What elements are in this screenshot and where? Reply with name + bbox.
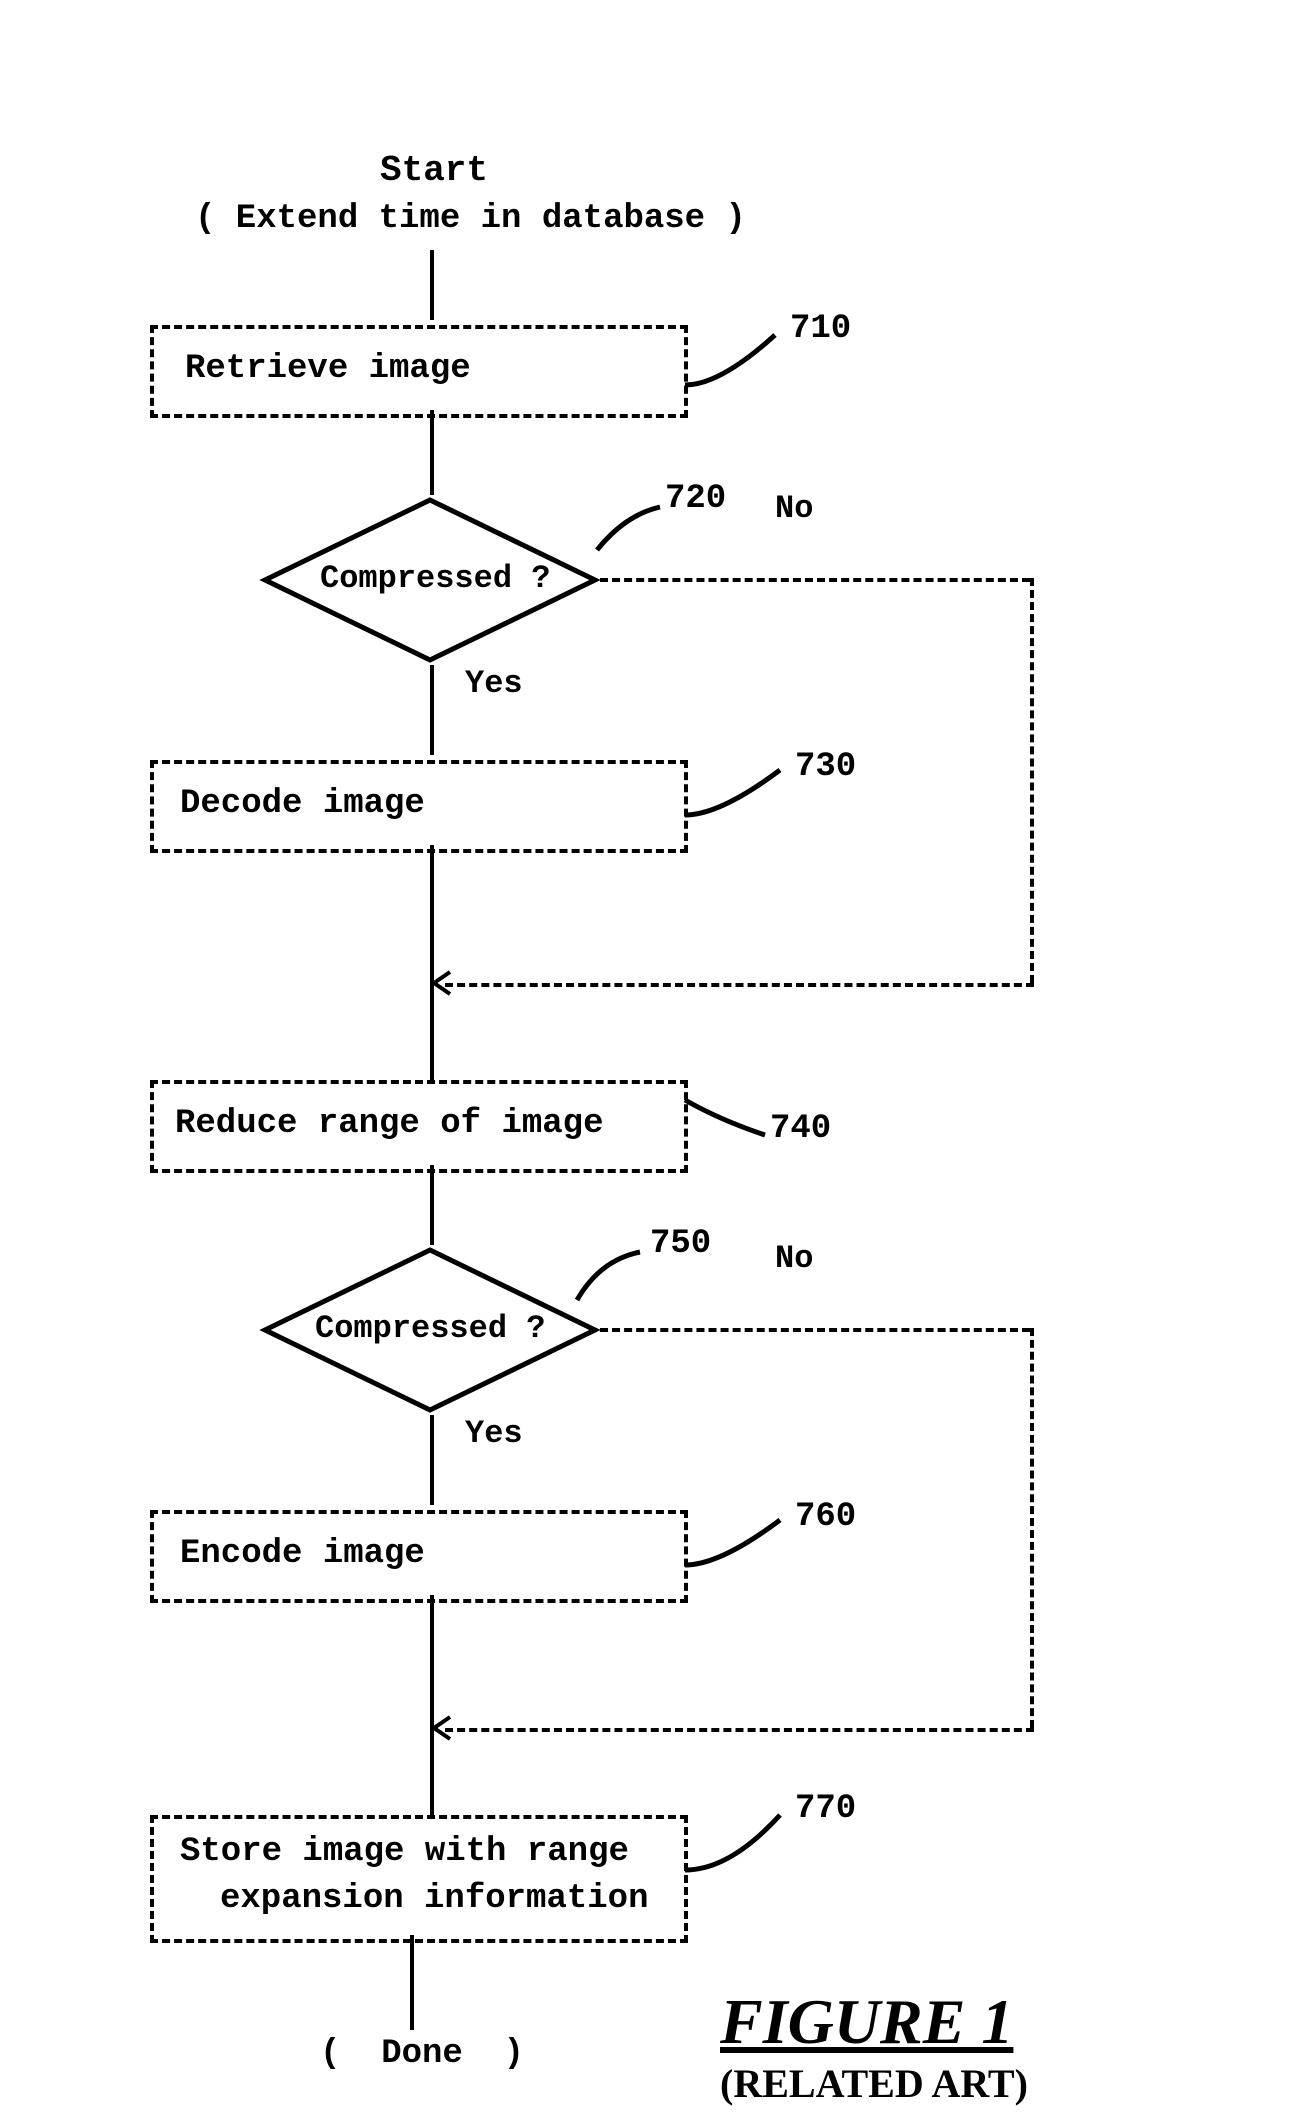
process-reduce-label: Reduce range of image xyxy=(175,1105,603,1143)
connector-dash xyxy=(445,983,1034,987)
done-label: ( Done ) xyxy=(320,2035,524,2073)
connector xyxy=(430,410,434,495)
connector-dash xyxy=(1030,1328,1034,1728)
connector-dash xyxy=(445,1728,1034,1732)
ref-720: 720 xyxy=(665,480,726,518)
connector xyxy=(430,845,434,1080)
leader-740 xyxy=(680,1090,770,1140)
connector xyxy=(430,1165,434,1245)
connector xyxy=(430,665,434,755)
leader-730 xyxy=(680,765,790,820)
leader-720 xyxy=(595,505,665,555)
decision-compressed-1-label: Compressed ? xyxy=(320,560,550,597)
edge-no-2: No xyxy=(775,1240,813,1277)
leader-750 xyxy=(575,1250,645,1305)
ref-760: 760 xyxy=(795,1498,856,1536)
connector xyxy=(430,1595,434,1815)
process-encode-label: Encode image xyxy=(180,1535,425,1573)
ref-770: 770 xyxy=(795,1790,856,1828)
figure-title: FIGURE 1 xyxy=(720,1985,1013,2059)
process-decode-label: Decode image xyxy=(180,785,425,823)
edge-yes-2: Yes xyxy=(465,1415,523,1452)
connector xyxy=(430,250,434,320)
process-retrieve-label: Retrieve image xyxy=(185,350,471,388)
leader-710 xyxy=(680,330,800,390)
connector xyxy=(430,1415,434,1505)
leader-760 xyxy=(680,1515,790,1570)
process-store-label-2: expansion information xyxy=(220,1880,648,1918)
edge-yes-1: Yes xyxy=(465,665,523,702)
figure-subtitle: (RELATED ART) xyxy=(720,2060,1028,2107)
decision-compressed-2-label: Compressed ? xyxy=(315,1310,545,1347)
connector-dash xyxy=(1030,578,1034,983)
leader-770 xyxy=(680,1810,790,1880)
start-subtitle: ( Extend time in database ) xyxy=(195,200,746,238)
process-store-label-1: Store image with range xyxy=(180,1833,629,1871)
ref-710: 710 xyxy=(790,310,851,348)
ref-730: 730 xyxy=(795,748,856,786)
ref-740: 740 xyxy=(770,1110,831,1148)
edge-no-1: No xyxy=(775,490,813,527)
connector xyxy=(410,1935,414,2030)
connector-dash xyxy=(600,578,1030,582)
connector-dash xyxy=(600,1328,1030,1332)
start-label: Start xyxy=(380,150,488,191)
ref-750: 750 xyxy=(650,1225,711,1263)
